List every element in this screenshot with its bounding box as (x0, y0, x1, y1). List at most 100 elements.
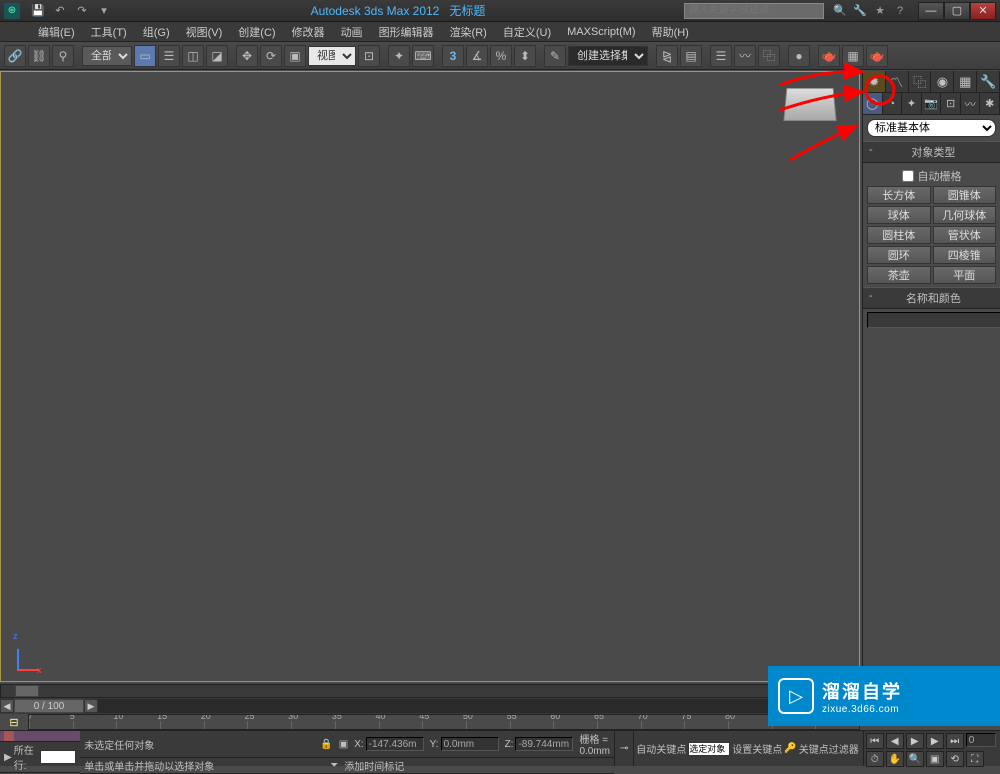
tube-button[interactable]: 管状体 (933, 226, 997, 244)
create-tab[interactable]: ✹ (863, 71, 886, 92)
play-icon[interactable]: ▶ (906, 733, 924, 749)
plane-button[interactable]: 平面 (933, 266, 997, 284)
pan-icon[interactable]: ✋ (886, 751, 904, 767)
ts-prev-icon[interactable]: ◀ (0, 699, 14, 713)
menu-maxscript[interactable]: MAXScript(M) (559, 26, 643, 38)
time-slider-thumb[interactable]: 0 / 100 (14, 699, 84, 713)
orbit-icon[interactable]: ⟲ (946, 751, 964, 767)
viewport-hscrollbar[interactable] (0, 684, 860, 698)
autokey-button[interactable]: 自动关键点 (636, 741, 686, 756)
rotate-icon[interactable]: ⟳ (260, 45, 282, 67)
close-button[interactable]: ✕ (970, 2, 996, 20)
lock-selection-icon[interactable]: 🔒 (320, 739, 332, 750)
cameras-subtab[interactable]: 📷 (922, 93, 942, 114)
menu-grapheditors[interactable]: 图形编辑器 (371, 24, 442, 40)
viewcube[interactable] (770, 78, 850, 148)
motion-tab[interactable]: ◉ (931, 71, 954, 92)
select-region-icon[interactable]: ◫ (182, 45, 204, 67)
window-crossing-icon[interactable]: ◪ (206, 45, 228, 67)
time-slider[interactable]: ◀ 0 / 100 ▶ (0, 698, 860, 714)
modify-tab[interactable]: 〽 (886, 71, 909, 92)
current-frame-input[interactable] (966, 733, 996, 747)
torus-button[interactable]: 圆环 (867, 246, 931, 264)
schematic-icon[interactable]: ⿻ (758, 45, 780, 67)
menu-group[interactable]: 组(G) (135, 24, 178, 40)
qat-redo-icon[interactable]: ↷ (74, 3, 90, 19)
display-tab[interactable]: ▦ (954, 71, 977, 92)
track-bar[interactable]: 0 5 10 15 20 25 30 35 40 45 50 55 60 65 … (28, 714, 860, 730)
menu-customize[interactable]: 自定义(U) (495, 24, 559, 40)
cone-button[interactable]: 圆锥体 (933, 186, 997, 204)
hierarchy-tab[interactable]: ⿻ (909, 71, 932, 92)
name-color-rollout-header[interactable]: -名称和颜色 (863, 287, 1000, 309)
absolute-mode-icon[interactable]: ▣ (339, 739, 348, 750)
menu-modifiers[interactable]: 修改器 (284, 24, 333, 40)
select-object-icon[interactable]: ▭ (134, 45, 156, 67)
zoom-icon[interactable]: 🔍 (906, 751, 924, 767)
maximize-button[interactable]: ▢ (944, 2, 970, 20)
keyfilter-button[interactable]: 关键点过滤器 (799, 741, 859, 756)
sphere-button[interactable]: 球体 (867, 206, 931, 224)
curve-editor-icon[interactable]: 〰 (734, 45, 756, 67)
unlink-icon[interactable]: ⛓ (28, 45, 50, 67)
geometry-subtab[interactable]: ◯ (863, 93, 883, 114)
minimize-button[interactable]: — (918, 2, 944, 20)
menu-help[interactable]: 帮助(H) (644, 24, 697, 40)
spacewarps-subtab[interactable]: 〰 (961, 93, 981, 114)
utilities-tab[interactable]: 🔧 (977, 71, 1000, 92)
pivot-icon[interactable]: ⊡ (358, 45, 380, 67)
geosphere-button[interactable]: 几何球体 (933, 206, 997, 224)
app-icon[interactable]: ⊛ (4, 3, 20, 19)
search-input[interactable] (684, 3, 824, 19)
script-input[interactable] (40, 750, 76, 764)
lights-subtab[interactable]: ✦ (902, 93, 922, 114)
bind-icon[interactable]: ⚲ (52, 45, 74, 67)
shapes-subtab[interactable]: ◔ (883, 93, 903, 114)
goto-end-icon[interactable]: ⏭ (946, 733, 964, 749)
coord-y-input[interactable] (441, 737, 499, 751)
align-icon[interactable]: ▤ (680, 45, 702, 67)
menu-edit[interactable]: 编辑(E) (30, 24, 83, 40)
named-selection-dropdown[interactable]: 创建选择集 (568, 46, 648, 66)
zoom-extents-icon[interactable]: ▣ (926, 751, 944, 767)
wrench-icon[interactable]: 🔧 (852, 3, 868, 19)
next-frame-icon[interactable]: ▶ (926, 733, 944, 749)
menu-create[interactable]: 创建(C) (230, 24, 283, 40)
star-icon[interactable]: ★ (872, 3, 888, 19)
help-icon[interactable]: ? (892, 3, 908, 19)
box-button[interactable]: 长方体 (867, 186, 931, 204)
manipulate-icon[interactable]: ✦ (388, 45, 410, 67)
qat-save-icon[interactable]: 💾 (30, 3, 46, 19)
pyramid-button[interactable]: 四棱锥 (933, 246, 997, 264)
systems-subtab[interactable]: ✱ (980, 93, 1000, 114)
ref-coord-dropdown[interactable]: 视图 (308, 46, 356, 66)
teapot-button[interactable]: 茶壶 (867, 266, 931, 284)
key-icon[interactable]: ⊸ (620, 743, 628, 754)
qat-undo-icon[interactable]: ↶ (52, 3, 68, 19)
scale-icon[interactable]: ▣ (284, 45, 306, 67)
viewport[interactable]: z x (0, 71, 860, 682)
object-name-input[interactable] (867, 312, 1000, 328)
layers-icon[interactable]: ☰ (710, 45, 732, 67)
mirror-icon[interactable]: ⧎ (656, 45, 678, 67)
keyboard-shortcut-icon[interactable]: ⌨ (412, 45, 434, 67)
category-dropdown[interactable]: 标准基本体 (867, 119, 996, 137)
keyfilters-icon[interactable]: 🔑 (784, 743, 796, 754)
autogrid-checkbox[interactable]: 自动栅格 (867, 166, 996, 186)
edit-selection-set-icon[interactable]: ✎ (544, 45, 566, 67)
spinner-snap-icon[interactable]: ⬍ (514, 45, 536, 67)
qat-dropdown-icon[interactable]: ▾ (96, 3, 112, 19)
selection-filter-dropdown[interactable]: 全部 (82, 46, 132, 66)
trackbar-toggle-icon[interactable]: ⊟ (4, 714, 24, 730)
helpers-subtab[interactable]: ⊡ (941, 93, 961, 114)
menu-views[interactable]: 视图(V) (178, 24, 231, 40)
prev-frame-icon[interactable]: ◀ (886, 733, 904, 749)
setkey-button[interactable]: 设置关键点 (732, 741, 782, 756)
material-editor-icon[interactable]: ● (788, 45, 810, 67)
script-caret-icon[interactable]: ▶ (4, 752, 12, 763)
max-viewport-icon[interactable]: ⛶ (966, 751, 984, 767)
percent-snap-icon[interactable]: % (490, 45, 512, 67)
keymode-dropdown[interactable] (688, 742, 730, 756)
goto-start-icon[interactable]: ⏮ (866, 733, 884, 749)
menu-animation[interactable]: 动画 (333, 24, 371, 40)
